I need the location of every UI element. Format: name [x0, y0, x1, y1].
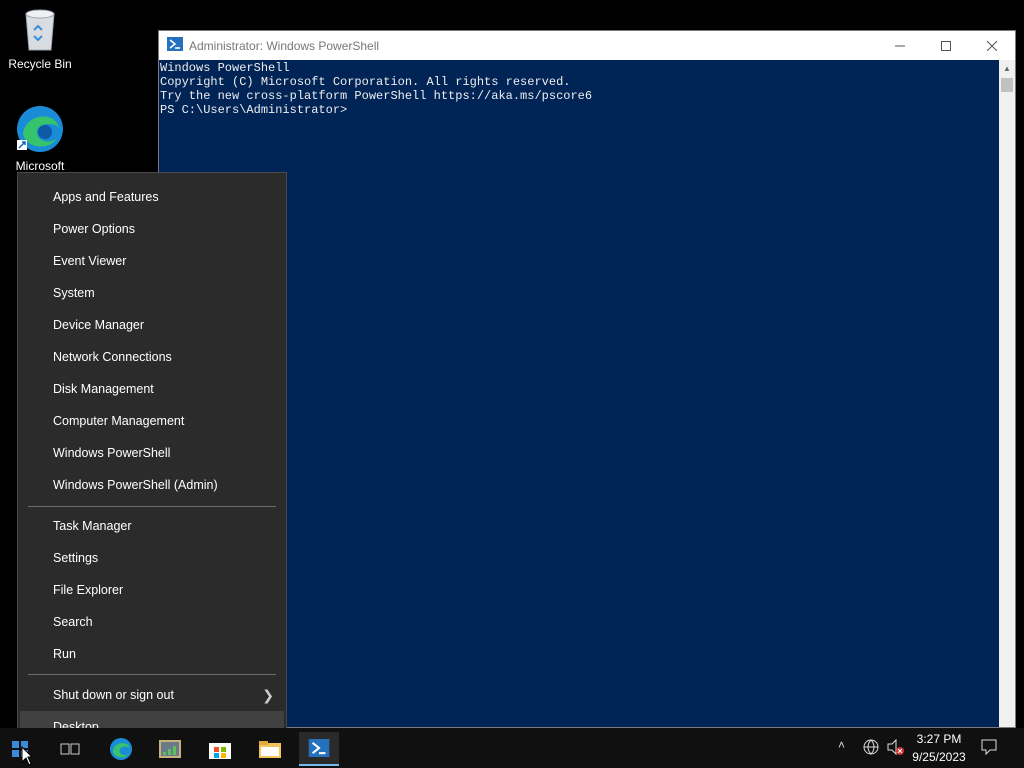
menu-item-event-viewer[interactable]: Event Viewer — [20, 245, 284, 277]
console-line: Windows PowerShell — [160, 61, 290, 75]
store-icon — [209, 743, 231, 759]
show-hidden-icons-chevron-up-icon[interactable]: ˄ — [838, 738, 845, 752]
menu-item-label: Windows PowerShell — [53, 446, 171, 460]
menu-item-shut-down-or-sign-out[interactable]: Shut down or sign out ❯ — [20, 679, 284, 711]
menu-item-label: Network Connections — [53, 350, 172, 364]
edge-icon — [17, 106, 63, 152]
scrollbar-thumb[interactable] — [1001, 78, 1013, 92]
close-button[interactable] — [969, 31, 1015, 60]
menu-item-task-manager[interactable]: Task Manager — [20, 510, 284, 542]
menu-item-power-options[interactable]: Power Options — [20, 213, 284, 245]
scroll-up-arrow-icon[interactable]: ▲ — [999, 60, 1015, 76]
menu-item-label: Run — [53, 647, 76, 661]
minimize-button[interactable] — [877, 31, 923, 60]
menu-item-label: Disk Management — [53, 382, 154, 396]
task-view-icon — [60, 743, 80, 755]
mouse-cursor-icon — [21, 746, 33, 766]
taskbar: ˄ 3:27 PM 9/25/2023 — [0, 728, 1024, 768]
menu-item-label: Event Viewer — [53, 254, 127, 268]
console-line: Copyright (C) Microsoft Corporation. All… — [160, 75, 571, 89]
clock-time: 3:27 PM — [916, 732, 962, 746]
menu-item-label: Apps and Features — [53, 190, 159, 204]
notification-icon — [981, 739, 997, 756]
menu-item-label: Power Options — [53, 222, 135, 236]
minimize-icon — [895, 45, 905, 46]
task-view-button[interactable] — [50, 732, 90, 766]
menu-item-run[interactable]: Run — [20, 638, 284, 670]
recycle-bin-icon — [25, 9, 55, 51]
menu-item-label: System — [53, 286, 95, 300]
close-icon — [987, 40, 997, 51]
desktop-icon-microsoft-edge[interactable]: Microsoft — [0, 104, 80, 173]
taskbar-file-explorer[interactable] — [250, 732, 290, 766]
chevron-right-icon: ❯ — [262, 686, 274, 703]
menu-item-label: Task Manager — [53, 519, 132, 533]
network-globe-icon[interactable] — [862, 738, 880, 761]
clock-date: 9/25/2023 — [912, 750, 966, 764]
edge-icon — [109, 737, 133, 761]
menu-item-settings[interactable]: Settings — [20, 542, 284, 574]
console-prompt: PS C:\Users\Administrator> — [160, 103, 348, 117]
powershell-titlebar[interactable]: Administrator: Windows PowerShell — [159, 31, 1015, 60]
recycle-bin-label: Recycle Bin — [8, 57, 72, 71]
menu-item-label: Settings — [53, 551, 99, 565]
menu-item-device-manager[interactable]: Device Manager — [20, 309, 284, 341]
winx-quick-link-menu: Apps and Features Power Options Event Vi… — [17, 172, 287, 750]
console-line: Try the new cross-platform PowerShell ht… — [160, 89, 593, 103]
menu-item-system[interactable]: System — [20, 277, 284, 309]
volume-muted-icon[interactable] — [886, 738, 904, 761]
menu-item-label: Device Manager — [53, 318, 145, 332]
menu-separator — [28, 506, 276, 507]
taskbar-store[interactable] — [200, 732, 240, 766]
taskbar-clock[interactable]: 3:27 PM 9/25/2023 — [904, 730, 974, 766]
vertical-scrollbar[interactable]: ▲ — [999, 60, 1015, 727]
menu-item-search[interactable]: Search — [20, 606, 284, 638]
menu-item-windows-powershell[interactable]: Windows PowerShell — [20, 437, 284, 469]
menu-item-disk-management[interactable]: Disk Management — [20, 373, 284, 405]
maximize-button[interactable] — [923, 31, 969, 60]
server-manager-icon — [159, 740, 181, 758]
menu-item-label: Search — [53, 615, 93, 629]
taskbar-powershell[interactable] — [299, 732, 339, 766]
menu-item-label: Shut down or sign out — [53, 688, 174, 702]
desktop-icon-recycle-bin[interactable]: Recycle Bin — [0, 6, 80, 71]
menu-item-label: Computer Management — [53, 414, 185, 428]
menu-item-label: Windows PowerShell (Admin) — [53, 478, 218, 492]
action-center-button[interactable] — [980, 738, 998, 761]
menu-item-label: File Explorer — [53, 583, 124, 597]
microsoft-edge-label: Microsoft — [15, 159, 65, 173]
menu-separator — [28, 674, 276, 675]
start-button[interactable] — [0, 732, 40, 766]
menu-item-apps-and-features[interactable]: Apps and Features — [20, 181, 284, 213]
powershell-window-title: Administrator: Windows PowerShell — [189, 38, 380, 53]
powershell-icon — [167, 37, 183, 54]
powershell-icon — [308, 739, 330, 757]
taskbar-server-manager[interactable] — [150, 732, 190, 766]
maximize-icon — [941, 40, 951, 51]
menu-item-file-explorer[interactable]: File Explorer — [20, 574, 284, 606]
menu-item-windows-powershell-admin[interactable]: Windows PowerShell (Admin) — [20, 469, 284, 501]
file-explorer-icon — [259, 741, 281, 758]
menu-item-network-connections[interactable]: Network Connections — [20, 341, 284, 373]
taskbar-edge[interactable] — [101, 732, 141, 766]
menu-item-computer-management[interactable]: Computer Management — [20, 405, 284, 437]
